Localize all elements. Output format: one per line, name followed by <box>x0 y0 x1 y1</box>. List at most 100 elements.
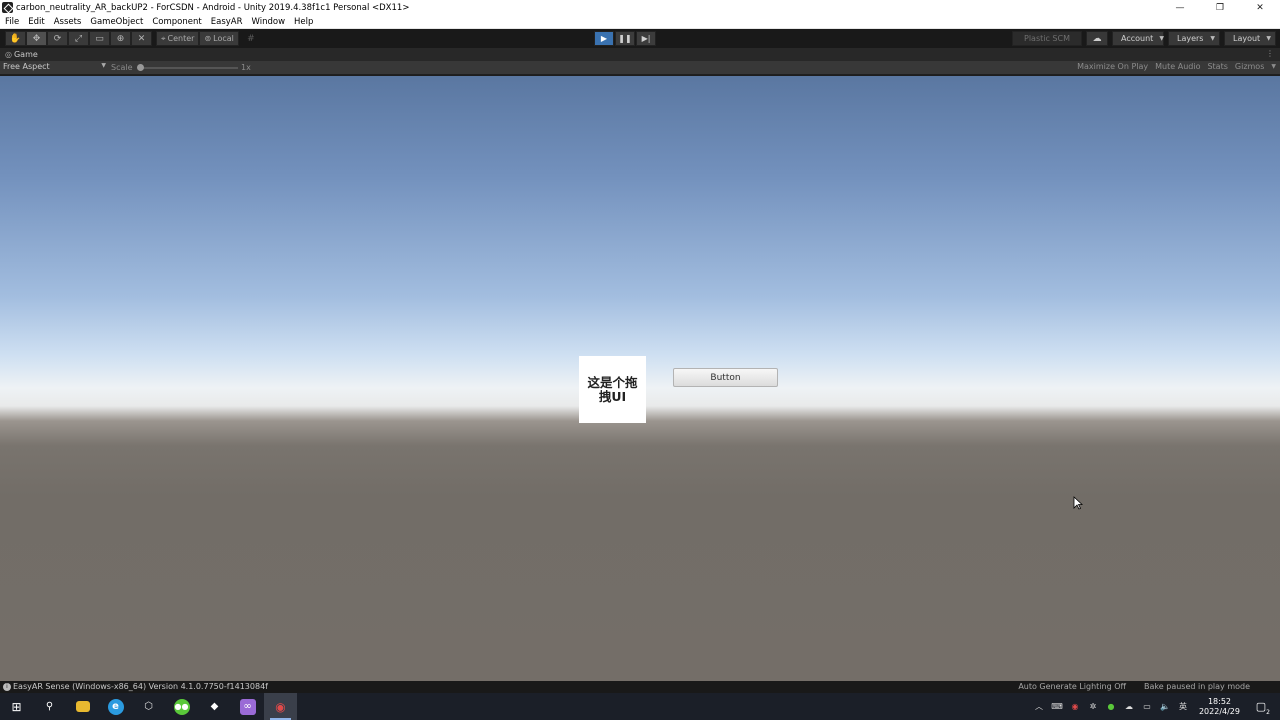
clock-date: 2022/4/29 <box>1198 706 1240 716</box>
layout-label: Layout <box>1233 34 1261 43</box>
layout-dropdown[interactable]: Layout ▼ <box>1224 31 1276 46</box>
account-label: Account <box>1121 34 1154 43</box>
chevron-up-icon[interactable]: ︿ <box>1033 701 1045 713</box>
custom-tool-icon[interactable]: ✕ <box>131 31 152 46</box>
chevron-down-icon: ▼ <box>1210 35 1215 42</box>
network-icon[interactable]: ▭ <box>1141 701 1153 713</box>
draggable-ui-panel[interactable]: 这是个拖拽UI <box>579 356 646 423</box>
transform-tool-icon[interactable]: ⊕ <box>110 31 131 46</box>
tab-menu-icon[interactable]: ⋮ <box>1266 49 1274 58</box>
edge-browser-icon: e <box>107 698 124 715</box>
play-button[interactable]: ▶ <box>594 31 614 46</box>
status-bar: i EasyAR Sense (Windows-x86_64) Version … <box>0 681 1280 693</box>
taskbar-search[interactable]: ⚲ <box>33 693 66 720</box>
window-title: carbon_neutrality_AR_backUP2 - ForCSDN -… <box>16 2 410 13</box>
step-button[interactable]: ▶| <box>636 31 656 46</box>
taskbar-unity-hub[interactable]: ⬡ <box>132 693 165 720</box>
aspect-label: Free Aspect <box>3 62 50 71</box>
game-button[interactable]: Button <box>673 368 778 387</box>
layers-label: Layers <box>1177 34 1204 43</box>
restore-button[interactable]: ❐ <box>1200 0 1240 15</box>
search-icon: ⚲ <box>45 701 54 712</box>
taskbar-start[interactable]: ⊞ <box>0 693 33 720</box>
security-icon[interactable]: ◉ <box>1069 701 1081 713</box>
chevron-down-icon: ▼ <box>101 62 106 69</box>
mouse-cursor-icon <box>1073 496 1083 510</box>
clock-time: 18:52 <box>1207 696 1232 706</box>
file-explorer-icon <box>75 701 90 712</box>
rect-tool-icon[interactable]: ▭ <box>89 31 110 46</box>
space-label: Local <box>213 34 234 43</box>
plastic-scm-button[interactable]: Plastic SCM <box>1012 31 1082 46</box>
maximize-on-play-toggle[interactable]: Maximize On Play <box>1077 62 1148 71</box>
pause-button[interactable]: ❚❚ <box>615 31 635 46</box>
cloud-tray-icon[interactable]: ☁ <box>1123 701 1135 713</box>
minimize-button[interactable]: — <box>1160 0 1200 15</box>
tab-game[interactable]: ◎ Game <box>0 50 38 59</box>
notification-center-icon[interactable]: ▢ 2 <box>1250 697 1272 717</box>
settings-tray-icon[interactable]: ✲ <box>1087 701 1099 713</box>
taskbar-unity-editor[interactable]: ◆ <box>198 693 231 720</box>
gizmos-toggle[interactable]: Gizmos <box>1235 62 1264 71</box>
play-controls: ▶ ❚❚ ▶| <box>594 31 656 46</box>
globe-icon: ⊚ <box>204 34 212 43</box>
menu-window[interactable]: Window <box>252 17 286 27</box>
info-icon: i <box>3 682 11 691</box>
layers-dropdown[interactable]: Layers ▼ <box>1168 31 1220 46</box>
window-title-bar: carbon_neutrality_AR_backUP2 - ForCSDN -… <box>0 0 1280 15</box>
taskbar-file-explorer[interactable] <box>66 693 99 720</box>
taskbar-wechat[interactable]: ●● <box>165 693 198 720</box>
close-button[interactable]: ✕ <box>1240 0 1280 15</box>
windows-start-icon: ⊞ <box>11 699 22 714</box>
scale-slider-track[interactable] <box>138 67 238 69</box>
mute-audio-toggle[interactable]: Mute Audio <box>1155 62 1200 71</box>
menu-file[interactable]: File <box>5 17 19 27</box>
visual-studio-icon: ∞ <box>239 698 256 715</box>
account-dropdown[interactable]: Account ▼ <box>1112 31 1164 46</box>
menu-component[interactable]: Component <box>152 17 201 27</box>
move-tool-icon[interactable]: ✥ <box>26 31 47 46</box>
menu-bar: File Edit Assets GameObject Component Ea… <box>0 15 1280 29</box>
taskbar-visual-studio[interactable]: ∞ <box>231 693 264 720</box>
pivot-space-button[interactable]: ⊚ Local <box>199 31 239 46</box>
ime-indicator[interactable]: 英 <box>1177 701 1189 713</box>
system-tray: ︿ ⌨ ◉ ✲ ● ☁ ▭ 🔈 英 18:52 2022/4/29 ▢ 2 <box>1033 693 1280 720</box>
game-viewport[interactable]: 这是个拖拽UI Button <box>0 76 1280 681</box>
menu-help[interactable]: Help <box>294 17 313 27</box>
system-clock[interactable]: 18:52 2022/4/29 <box>1199 697 1240 717</box>
stats-toggle[interactable]: Stats <box>1207 62 1227 71</box>
aspect-dropdown[interactable]: Free Aspect ▼ <box>3 62 106 71</box>
taskbar-screen-recorder[interactable]: ◉ <box>264 693 297 720</box>
main-toolbar: ✋ ✥ ⟳ ⤢ ▭ ⊕ ✕ ⌖ Center ⊚ Local # ▶ ❚❚ ▶| P… <box>0 29 1280 48</box>
status-message: EasyAR Sense (Windows-x86_64) Version 4.… <box>13 682 268 691</box>
rotate-tool-icon[interactable]: ⟳ <box>47 31 68 46</box>
game-tab-label: Game <box>13 50 38 59</box>
auto-lighting-status: Auto Generate Lighting Off <box>1018 682 1127 691</box>
cloud-icon[interactable]: ☁ <box>1086 31 1108 46</box>
taskbar-edge[interactable]: e <box>99 693 132 720</box>
chevron-down-icon[interactable]: ▼ <box>1271 63 1276 70</box>
bake-status: Bake paused in play mode <box>1144 682 1250 691</box>
keyboard-icon[interactable]: ⌨ <box>1051 701 1063 713</box>
scale-value: 1x <box>241 63 251 72</box>
plastic-label: Plastic SCM <box>1024 34 1070 43</box>
game-view-controls: Free Aspect ▼ Scale 1x Maximize On Play … <box>0 61 1280 75</box>
transform-tools: ✋ ✥ ⟳ ⤢ ▭ ⊕ ✕ <box>5 31 152 46</box>
scale-tool-icon[interactable]: ⤢ <box>68 31 89 46</box>
menu-easyar[interactable]: EasyAR <box>211 17 243 27</box>
draggable-ui-label: 这是个拖拽UI <box>587 374 638 404</box>
screen-recorder-icon: ◉ <box>275 699 286 714</box>
pivot-center-button[interactable]: ⌖ Center <box>156 31 200 46</box>
menu-edit[interactable]: Edit <box>28 17 44 27</box>
console-status[interactable]: i EasyAR Sense (Windows-x86_64) Version … <box>3 682 268 691</box>
menu-assets[interactable]: Assets <box>54 17 82 27</box>
wechat-tray-icon[interactable]: ● <box>1105 701 1117 713</box>
grid-snap-icon[interactable]: # <box>242 31 260 46</box>
chevron-down-icon: ▼ <box>1159 35 1164 42</box>
scale-slider-handle[interactable] <box>137 64 144 71</box>
volume-icon[interactable]: 🔈 <box>1159 701 1171 713</box>
menu-gameobject[interactable]: GameObject <box>90 17 143 27</box>
hand-tool-icon[interactable]: ✋ <box>5 31 26 46</box>
game-view-icon: ◎ <box>5 50 12 59</box>
windows-taskbar: ⊞ ⚲ e ⬡ ●● ◆ ∞ ◉ ︿ ⌨ ◉ ✲ ● ☁ ▭ 🔈 英 18:52… <box>0 693 1280 720</box>
